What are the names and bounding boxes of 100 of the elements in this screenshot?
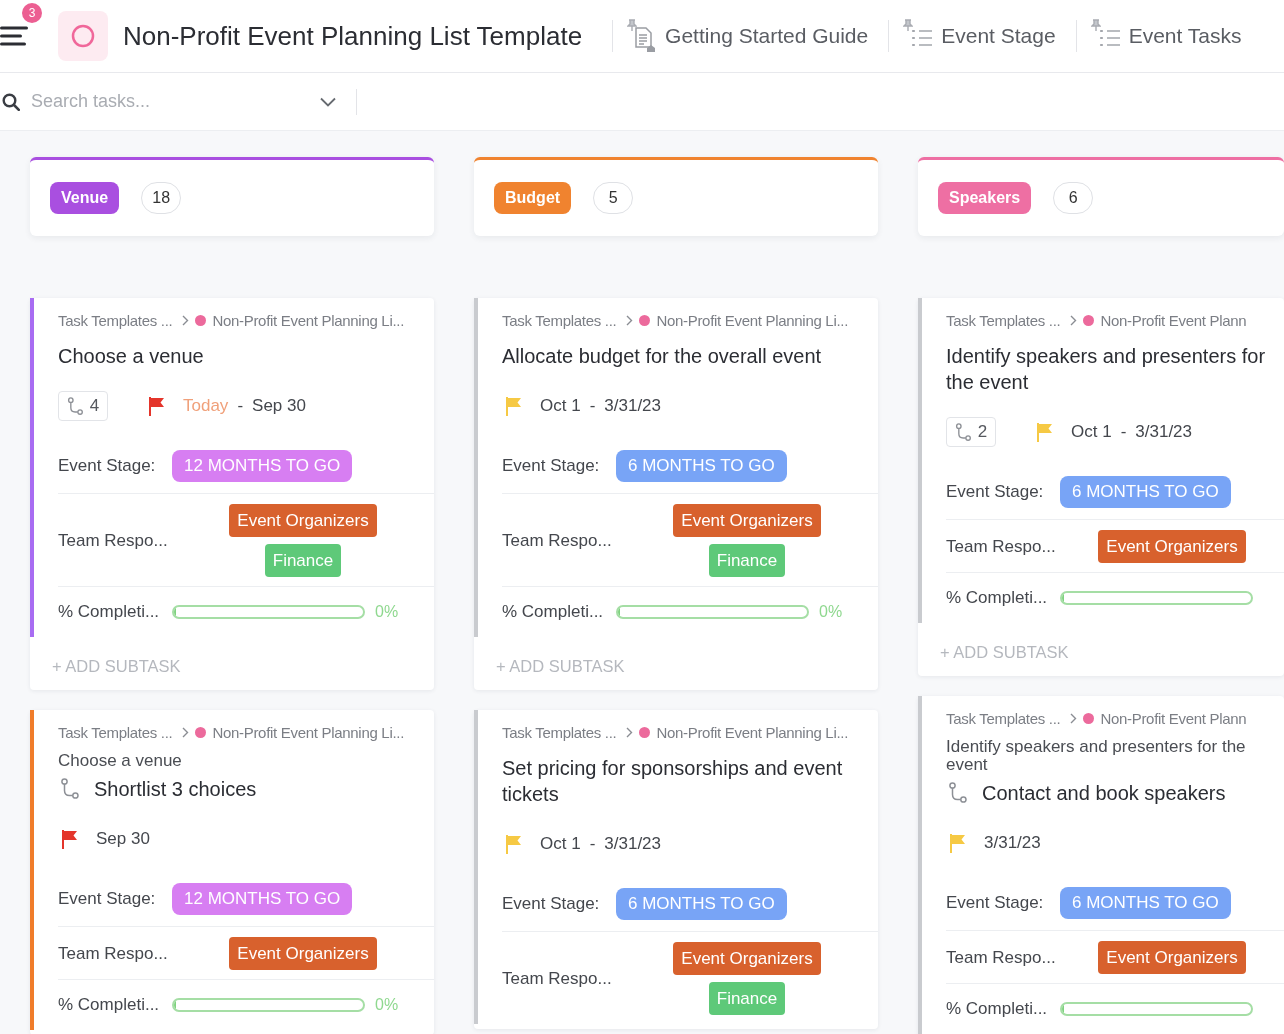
- date-separator: -: [589, 834, 596, 854]
- field-label: Event Stage:: [58, 889, 157, 909]
- search-icon: [2, 92, 20, 111]
- field-label: Team Respo...: [58, 530, 169, 551]
- task-card[interactable]: Task Templates ... Non-Profit Event Plann Identify speakers and presenters for the event Contact and book speakers 3/31/23 Event Stage: 6 MONTHS TO GO Team Respo... Event Organizers % Completi...: [918, 696, 1284, 1034]
- subtask-count-button[interactable]: 4: [58, 391, 108, 421]
- field-label: Team Respo...: [502, 968, 613, 989]
- field-label: Event Stage:: [58, 456, 157, 476]
- field-label: % Completi...: [58, 995, 161, 1015]
- task-card[interactable]: Task Templates ... Non-Profit Event Planning Li... Choose a venue Shortlist 3 choices Sep 30 Event Stage: 12 MONTHS TO GO Team Respo... Event Organizers % Completi... 0%: [30, 710, 434, 1034]
- team-tag[interactable]: Event Organizers: [229, 504, 377, 537]
- chevron-down-icon[interactable]: [320, 96, 336, 107]
- progress-reading: 0%: [819, 603, 843, 621]
- breadcrumb-space[interactable]: Task Templates ...: [502, 723, 617, 741]
- team-tag[interactable]: Event Organizers: [1098, 941, 1246, 974]
- field-label: Team Respo...: [58, 943, 169, 964]
- task-card[interactable]: [474, 298, 878, 690]
- start-date[interactable]: Oct 1: [540, 834, 581, 854]
- breadcrumb-list[interactable]: Non-Profit Event Planning Li...: [656, 311, 848, 329]
- breadcrumb-list[interactable]: Non-Profit Event Planning Li...: [212, 723, 404, 741]
- list-icon: [911, 29, 934, 47]
- progress-reading: 0%: [375, 603, 399, 621]
- chevron-right-icon: [1070, 712, 1078, 724]
- due-date[interactable]: 3/31/23: [984, 833, 1041, 853]
- task-title[interactable]: Contact and book speakers: [982, 780, 1226, 806]
- notification-badge: 3: [22, 3, 42, 23]
- date-separator: -: [589, 396, 596, 416]
- stage-tag[interactable]: 6 MONTHS TO GO: [616, 888, 787, 920]
- breadcrumb-list[interactable]: Non-Profit Event Planning Li...: [656, 723, 848, 741]
- field-label: Event Stage:: [502, 456, 601, 476]
- start-date[interactable]: Oct 1: [540, 396, 581, 416]
- field-label: % Completi...: [502, 602, 605, 622]
- breadcrumb-space[interactable]: Task Templates ...: [946, 709, 1061, 727]
- date-separator: -: [237, 396, 244, 416]
- view-tab[interactable]: Event Stage: [889, 12, 1076, 60]
- team-tag[interactable]: Event Organizers: [1098, 530, 1246, 563]
- stage-tag[interactable]: 12 MONTHS TO GO: [172, 450, 353, 482]
- view-tab[interactable]: Event Tasks: [1076, 12, 1262, 60]
- branch-icon: [60, 778, 80, 800]
- task-title[interactable]: Set pricing for sponsorships and event tickets: [502, 755, 868, 807]
- parent-task-name[interactable]: Choose a venue: [58, 752, 434, 770]
- start-date[interactable]: Oct 1: [1071, 422, 1112, 442]
- chevron-right-icon: [1070, 314, 1078, 326]
- group-tag[interactable]: Budget: [494, 182, 572, 214]
- stage-tag[interactable]: 12 MONTHS TO GO: [172, 883, 353, 915]
- breadcrumb-list[interactable]: Non-Profit Event Planning Li...: [212, 311, 404, 329]
- field-label: Team Respo...: [946, 947, 1057, 968]
- task-title[interactable]: Allocate budget for the overall event: [502, 343, 822, 369]
- field-label: % Completi...: [946, 999, 1049, 1019]
- task-card[interactable]: Task Templates ... Non-Profit Event Planning Li... Set pricing for sponsorships and event tickets Oct 1 - 3/31/23 Event Stage: 6 MONTHS TO GO Team Respo... Event Organizers Finance: [474, 710, 878, 1029]
- breadcrumb-space[interactable]: Task Templates ...: [946, 311, 1061, 329]
- breadcrumb-list[interactable]: Non-Profit Event Plann: [1100, 311, 1247, 329]
- team-tag[interactable]: Event Organizers: [673, 942, 821, 975]
- breadcrumb-space[interactable]: Task Templates ...: [58, 311, 173, 329]
- due-date[interactable]: 3/31/23: [604, 834, 662, 854]
- due-date[interactable]: Sep 30: [96, 829, 150, 849]
- task-title[interactable]: Shortlist 3 choices: [94, 776, 257, 802]
- due-date[interactable]: 3/31/23: [1135, 422, 1193, 442]
- field-label: Event Stage:: [502, 894, 601, 914]
- breadcrumb-space[interactable]: Task Templates ...: [58, 723, 173, 741]
- breadcrumb-list[interactable]: Non-Profit Event Plann: [1100, 709, 1247, 727]
- list-icon: [1098, 29, 1121, 47]
- field-label: Event Stage:: [946, 482, 1045, 502]
- due-date[interactable]: 3/31/23: [604, 396, 662, 416]
- branch-icon: [948, 782, 968, 804]
- field-label: Team Respo...: [502, 530, 613, 551]
- stage-tag[interactable]: 6 MONTHS TO GO: [616, 450, 787, 482]
- chevron-right-icon: [626, 314, 634, 326]
- progress-reading: 0%: [375, 996, 399, 1014]
- team-tag[interactable]: Event Organizers: [673, 504, 821, 537]
- search-field[interactable]: Search tasks...: [31, 86, 312, 117]
- stage-tag[interactable]: 6 MONTHS TO GO: [1060, 476, 1231, 508]
- group-tag[interactable]: Speakers: [938, 182, 1032, 214]
- page-title: Non-Profit Event Planning List Template: [123, 20, 583, 52]
- branch-icon: [954, 422, 972, 442]
- view-tab[interactable]: Getting Started Guide: [613, 12, 889, 60]
- flag-icon[interactable]: [61, 829, 79, 849]
- field-label: % Completi...: [58, 602, 161, 622]
- chevron-right-icon: [182, 314, 190, 326]
- field-label: Team Respo...: [946, 536, 1057, 557]
- subtask-count-button[interactable]: 2: [946, 417, 996, 447]
- stage-tag[interactable]: 6 MONTHS TO GO: [1060, 887, 1231, 919]
- due-date[interactable]: Sep 30: [252, 396, 306, 416]
- branch-icon: [66, 396, 84, 416]
- group-tag[interactable]: Venue: [50, 182, 120, 214]
- task-title[interactable]: Identify speakers and presenters for the event: [946, 343, 1274, 395]
- flag-icon[interactable]: [148, 396, 166, 416]
- date-separator: -: [1120, 422, 1127, 442]
- chevron-right-icon: [626, 726, 634, 738]
- document-icon: [633, 27, 658, 53]
- task-title[interactable]: Choose a venue: [58, 343, 204, 369]
- task-card[interactable]: Task Templates ... Non-Profit Event Planning Li... Choose a venue 4 Today - Sep 30 Event Stage: 12 MONTHS TO GO Team Respo... Event Organizers Finance % Completi... 0% + ADD SUBTASK: [30, 298, 434, 690]
- breadcrumb-space[interactable]: Task Templates ...: [502, 311, 617, 329]
- field-label: % Completi...: [946, 588, 1049, 608]
- team-tag[interactable]: Event Organizers: [229, 937, 377, 970]
- chevron-right-icon: [182, 726, 190, 738]
- task-card[interactable]: Task Templates ... Non-Profit Event Plann Identify speakers and presenters for the event 2 Oct 1 - 3/31/23 Event Stage: 6 MONTHS TO GO Team Respo... Event Organizers % Completi... + ADD SUBTASK: [918, 298, 1284, 676]
- field-label: Event Stage:: [946, 893, 1045, 913]
- menu-icon[interactable]: [0, 26, 28, 46]
- parent-task-name[interactable]: Identify speakers and presenters for the event: [946, 738, 1284, 774]
